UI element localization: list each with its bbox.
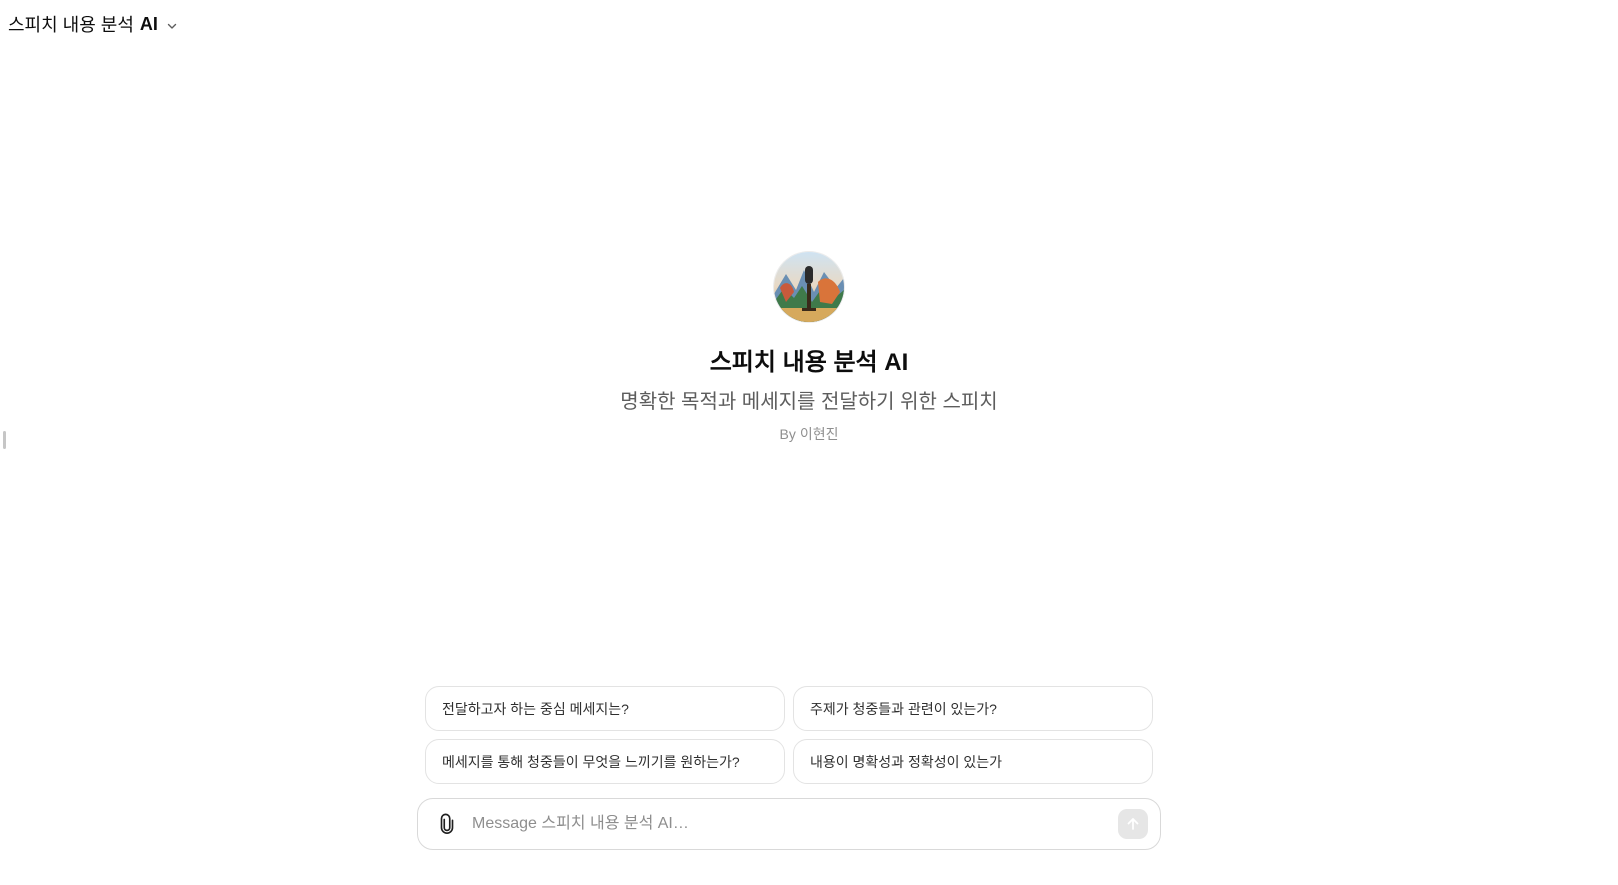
gpt-title: 스피치 내용 분석 AI: [709, 349, 909, 376]
gpt-name-prefix: 스피치 내용 분석: [8, 15, 134, 35]
message-composer: [417, 798, 1161, 850]
arrow-up-icon: [1127, 818, 1139, 830]
gpt-avatar: [774, 252, 844, 322]
microphone-landscape-avatar-icon: [774, 252, 844, 322]
gpt-intro: 스피치 내용 분석 AI 명확한 목적과 메세지를 전달하기 위한 스피치 By…: [0, 252, 1618, 444]
starter-prompt-card[interactable]: 메세지를 통해 청중들이 무엇을 느끼기를 원하는가?: [425, 739, 785, 784]
author-name: 이현진: [799, 426, 839, 442]
gpt-name-dropdown[interactable]: 스피치 내용 분석 AI: [8, 12, 178, 36]
gpt-description: 명확한 목적과 메세지를 전달하기 위한 스피치: [620, 391, 998, 413]
paperclip-icon: [440, 813, 454, 834]
starter-prompt-card[interactable]: 내용이 명확성과 정확성이 있는가: [793, 739, 1153, 784]
starter-prompt-card[interactable]: 주제가 청중들과 관련이 있는가?: [793, 686, 1153, 731]
gpt-author-line: By 이현진: [780, 424, 839, 444]
by-label: By: [779, 426, 796, 442]
gpt-name-suffix: AI: [139, 13, 158, 34]
attach-button[interactable]: [436, 813, 458, 835]
send-button[interactable]: [1118, 809, 1148, 839]
chevron-down-icon: [167, 23, 177, 29]
conversation-starters: 전달하고자 하는 중심 메세지는? 주제가 청중들과 관련이 있는가? 메세지를…: [425, 686, 1153, 784]
starter-prompt-card[interactable]: 전달하고자 하는 중심 메세지는?: [425, 686, 785, 731]
message-input[interactable]: [470, 808, 1118, 840]
